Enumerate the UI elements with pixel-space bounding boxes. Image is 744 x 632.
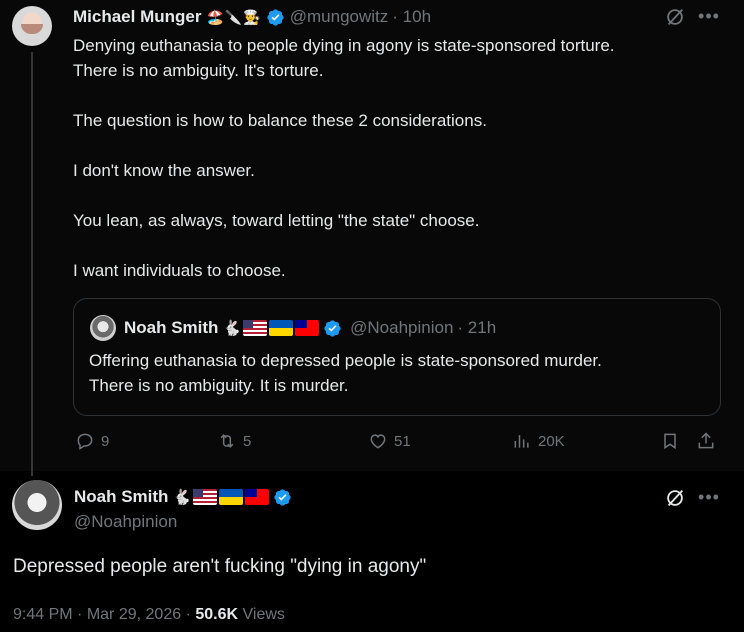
share-button[interactable] <box>696 431 722 451</box>
views-button[interactable]: 20K <box>512 431 565 451</box>
quoted-tweet[interactable]: Noah Smith 🐇 @Noahpinion · 21h Offering … <box>73 298 721 416</box>
meta-separator: · <box>185 606 191 623</box>
taiwan-flag-icon <box>245 489 270 505</box>
main-tweet-header: Noah Smith 🐇 <box>74 487 292 507</box>
reply-tweet[interactable]: Michael Munger 🏖️🔪👨‍🍳 @mungowitz · 10h •… <box>0 0 744 476</box>
us-flag-icon <box>243 320 268 336</box>
tweet-text: Denying euthanasia to people dying in ag… <box>73 36 615 280</box>
tweet-text: Depressed people aren't fucking "dying i… <box>13 556 427 577</box>
like-count: 51 <box>394 432 411 450</box>
quoted-handle: @Noahpinion <box>350 318 454 337</box>
more-icon[interactable]: ••• <box>698 486 720 508</box>
grok-icon[interactable] <box>664 487 686 509</box>
avatar[interactable] <box>12 480 62 530</box>
grok-icon[interactable] <box>664 6 686 28</box>
repost-count: 5 <box>243 432 252 450</box>
thread-line <box>31 52 33 476</box>
views-count: 20K <box>538 432 565 450</box>
author-name[interactable]: Noah Smith <box>74 487 168 507</box>
bookmark-icon <box>664 433 676 450</box>
tweet-date[interactable]: Mar 29, 2026 <box>87 606 181 623</box>
verified-badge-icon[interactable] <box>266 8 285 27</box>
rabbit-icon: 🐇 <box>172 489 192 506</box>
rabbit-icon: 🐇 <box>222 320 242 337</box>
avatar[interactable] <box>12 6 52 46</box>
meta-separator: · <box>77 606 83 623</box>
share-icon <box>698 432 714 449</box>
ukraine-flag-icon <box>269 320 294 336</box>
quoted-avatar <box>90 315 116 341</box>
views-icon <box>514 435 529 448</box>
tweet-header: Michael Munger 🏖️🔪👨‍🍳 @mungowitz · 10h <box>73 7 431 27</box>
heart-icon <box>370 434 386 449</box>
verified-badge-icon <box>324 319 341 337</box>
quoted-time: · 21h <box>457 318 497 337</box>
repost-icon <box>220 434 234 448</box>
tweet-time[interactable]: 9:44 PM <box>13 606 73 623</box>
author-emoji: 🏖️🔪👨‍🍳 <box>206 8 262 25</box>
verified-badge-icon[interactable] <box>273 488 292 507</box>
more-icon[interactable]: ••• <box>698 5 720 27</box>
reply-count: 9 <box>101 432 110 450</box>
like-button[interactable]: 51 <box>368 431 411 451</box>
views-count: 50.6K <box>195 606 239 623</box>
tweet-meta: 9:44 PM · Mar 29, 2026 · 50.6K Views <box>13 606 285 624</box>
author-handle[interactable]: @mungowitz <box>290 7 389 27</box>
repost-button[interactable]: 5 <box>217 431 251 451</box>
quoted-header: Noah Smith 🐇 @Noahpinion · 21h <box>124 318 496 338</box>
tweet-time[interactable]: · 10h <box>392 7 431 27</box>
views-label: Views <box>242 606 285 623</box>
bookmark-button[interactable] <box>660 431 686 451</box>
reply-icon <box>77 433 93 450</box>
reply-button[interactable]: 9 <box>75 431 109 451</box>
taiwan-flag-icon <box>295 320 320 336</box>
quoted-author-name: Noah Smith <box>124 318 219 337</box>
ukraine-flag-icon <box>219 489 244 505</box>
author-name[interactable]: Michael Munger <box>73 7 201 27</box>
quoted-text: Offering euthanasia to depressed people … <box>89 351 602 395</box>
author-handle[interactable]: @Noahpinion <box>74 512 177 532</box>
us-flag-icon <box>193 489 218 505</box>
